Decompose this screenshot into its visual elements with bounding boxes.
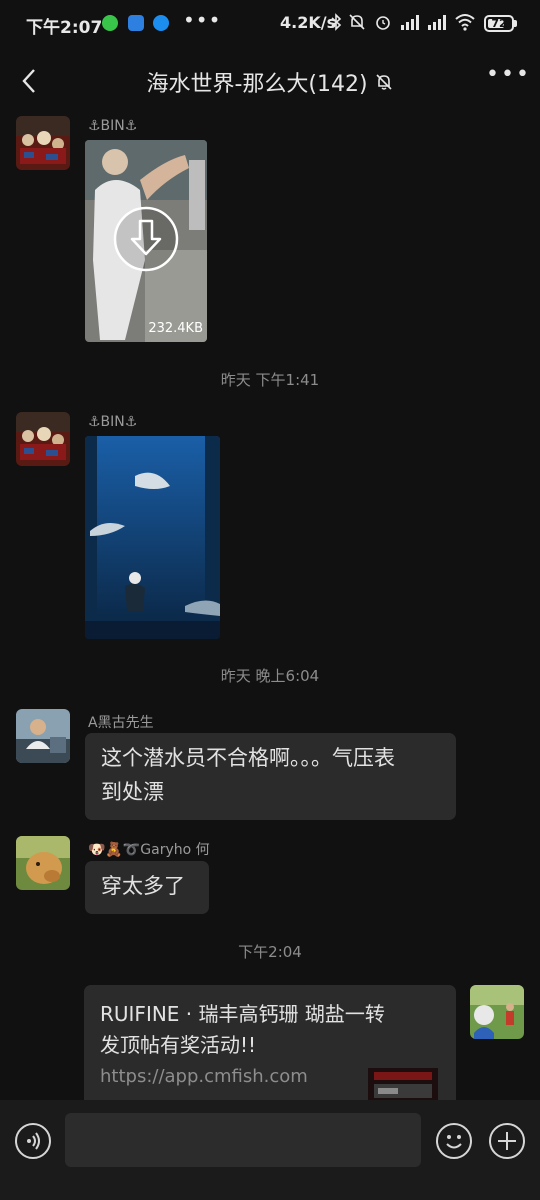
download-icon[interactable]: [113, 206, 179, 272]
video-message[interactable]: 232.4KB: [85, 140, 207, 342]
status-bar: 下午2:07 ••• 4.2K/s 72: [0, 0, 540, 48]
link-thumbnail: [368, 1068, 438, 1104]
plus-icon: [498, 1132, 516, 1150]
avatar-bin[interactable]: [16, 116, 70, 170]
mute-bell-icon: [375, 74, 392, 90]
time-separator: 下午2:04: [238, 943, 302, 961]
message-text-line: 这个潜水员不合格啊。。。气压表: [101, 746, 395, 770]
message-text: 穿太多了: [101, 874, 185, 898]
emoji-button[interactable]: [436, 1123, 472, 1159]
alarm-icon: [374, 13, 392, 35]
time-separator: 昨天 下午1:41: [220, 371, 320, 389]
chat-title: 海水世界-那么大(142): [146, 72, 368, 97]
chat-title-bar: 海水世界-那么大(142): [0, 66, 540, 98]
network-speed: 4.2K/s: [280, 13, 337, 32]
battery-tip: [514, 20, 517, 27]
text-message-bubble[interactable]: 穿太多了: [85, 861, 209, 914]
avatar-garyho[interactable]: [16, 836, 70, 890]
signal-hd-icon-1: [399, 13, 421, 35]
plus-button[interactable]: [489, 1123, 525, 1159]
bluetooth-icon: [330, 13, 342, 35]
more-icon: •••: [486, 62, 531, 87]
text-message-bubble[interactable]: 这个潜水员不合格啊。。。气压表 到处漂: [85, 733, 456, 820]
voice-icon: [27, 1132, 40, 1150]
emoji-icon: [446, 1135, 462, 1149]
sender-name: ⚓BIN⚓: [88, 118, 138, 134]
battery-level: 72: [491, 17, 507, 30]
status-time: 下午2:07: [26, 18, 103, 38]
message-text-line: 到处漂: [101, 780, 164, 804]
voice-button[interactable]: [15, 1123, 51, 1159]
avatar-bin[interactable]: [16, 412, 70, 466]
mute-notification-icon: [348, 13, 366, 35]
more-button[interactable]: •••: [486, 62, 531, 87]
time-separator: 昨天 晚上6:04: [220, 667, 320, 685]
wifi-icon: [454, 13, 476, 35]
battery-icon: 72: [484, 15, 514, 32]
message-input[interactable]: [65, 1113, 421, 1167]
link-card-message[interactable]: RUIFINE · 瑞丰高钙珊 瑚盐一转 发顶帖有奖活动!! https://a…: [84, 985, 456, 1115]
signal-hd-icon-2: [426, 13, 448, 35]
video-size: 232.4KB: [148, 321, 203, 336]
avatar-a-heigu[interactable]: [16, 709, 70, 763]
sender-name: A黑古先生: [88, 715, 154, 731]
alipay-notification-icon: [153, 15, 169, 31]
link-title-line: RUIFINE · 瑞丰高钙珊 瑚盐一转: [100, 1002, 385, 1026]
avatar-self[interactable]: [470, 985, 524, 1039]
link-title-line: 发顶帖有奖活动!!: [100, 1033, 257, 1057]
wechat-notification-icon: [102, 15, 118, 31]
sender-name: 🐶🧸➰Garyho 何: [88, 842, 210, 858]
image-message[interactable]: [85, 436, 220, 639]
sender-name: ⚓BIN⚓: [88, 414, 138, 430]
more-notifications-icon: •••: [183, 8, 222, 32]
link-url: https://app.cmfish.com: [100, 1066, 308, 1087]
app-notification-icon: [128, 15, 144, 31]
